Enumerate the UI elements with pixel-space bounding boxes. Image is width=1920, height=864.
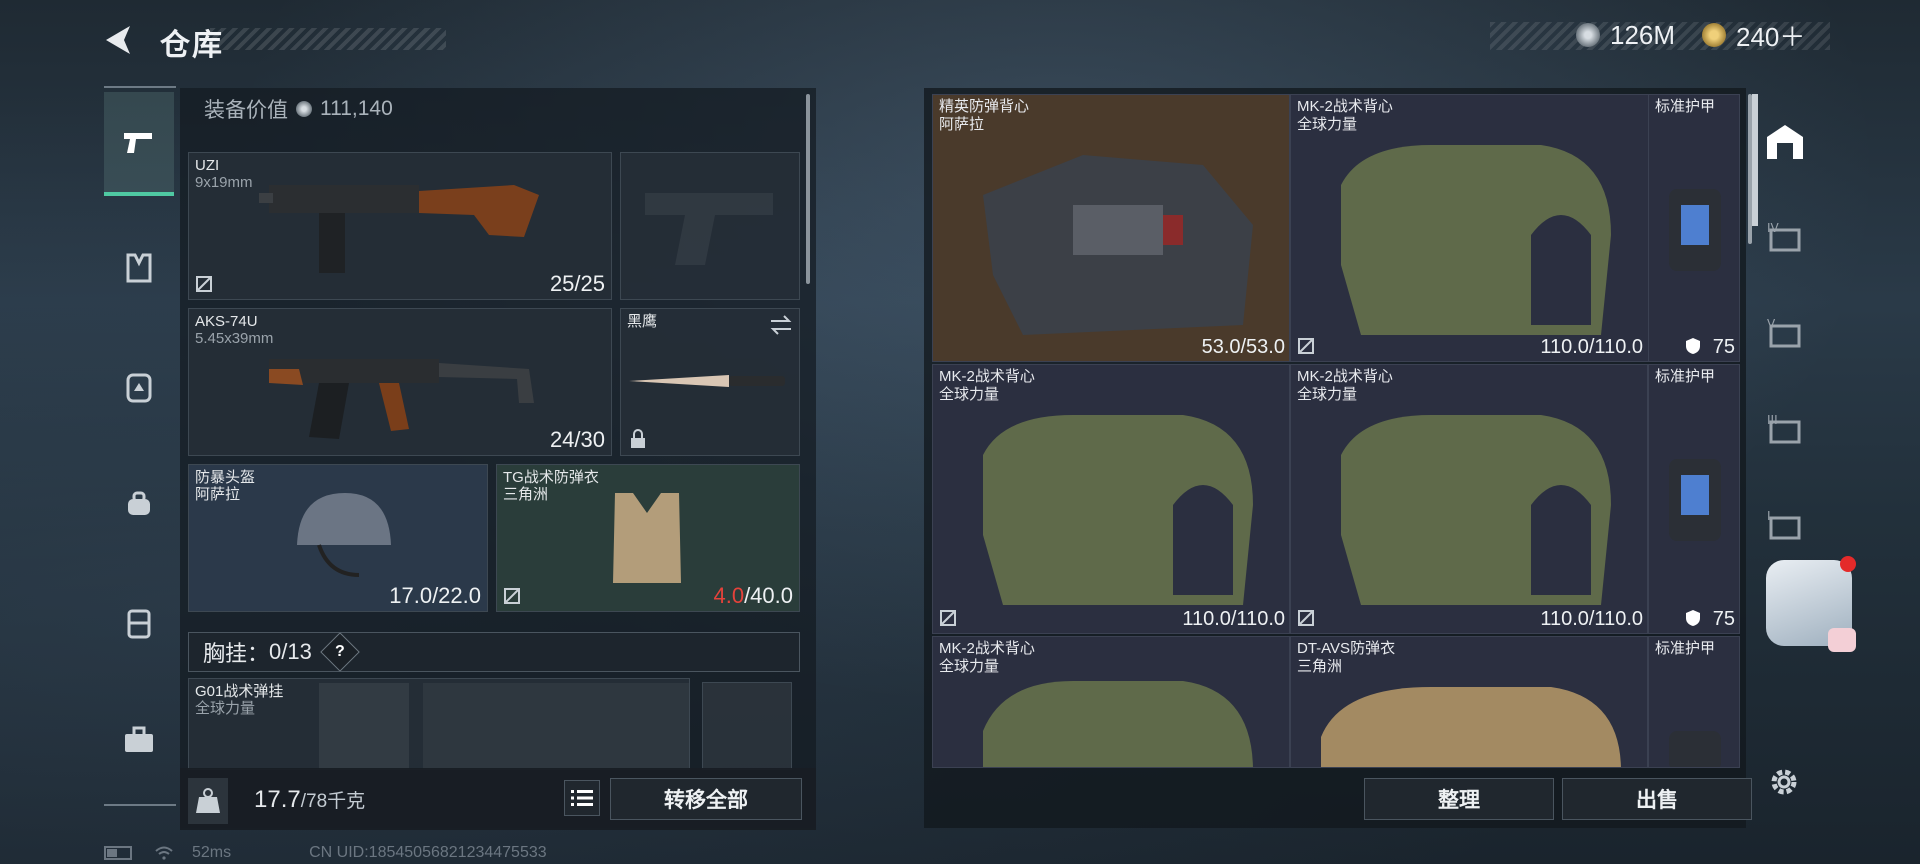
backpack-icon [126, 373, 152, 403]
knife-image [629, 375, 785, 387]
side-armor-item[interactable]: 标准护甲 [1648, 636, 1740, 768]
vest-image [983, 155, 1253, 335]
transfer-all-button[interactable]: 转移全部 [610, 778, 802, 820]
tab-storage-iv[interactable]: IV [1760, 210, 1810, 264]
sort-button[interactable]: 整理 [1364, 778, 1554, 820]
side-armor-item[interactable]: 标准护甲 75 [1648, 94, 1740, 362]
scrollbar[interactable] [806, 94, 810, 284]
coin-icon [296, 101, 312, 117]
no-insurance-icon [940, 610, 956, 626]
slot-secondary-weapon[interactable]: AKS-74U 5.45x39mm 24/30 [188, 308, 612, 456]
slot-helmet[interactable]: 防暴头盔 阿萨拉 17.0/22.0 [188, 464, 488, 612]
side-armor-item[interactable]: 标准护甲 75 [1648, 364, 1740, 634]
toolbox-icon [125, 726, 153, 752]
rig-grid-cell[interactable] [423, 683, 689, 769]
shield-icon [1686, 338, 1700, 354]
pistol-icon [124, 133, 152, 153]
storage-tab-icon: V [1767, 317, 1801, 348]
vest-image [983, 415, 1253, 605]
list-icon [571, 790, 593, 806]
settings-gear-icon[interactable] [1766, 764, 1802, 800]
nav-divider [104, 804, 176, 806]
swap-icon[interactable] [769, 315, 793, 335]
storage-tab-icon: III [1767, 413, 1801, 444]
nav-weapons[interactable] [104, 92, 174, 196]
sell-button[interactable]: 出售 [1562, 778, 1752, 820]
nav-container[interactable] [104, 592, 174, 652]
storage-item[interactable]: MK-2战术背心 全球力量 110.0/110.0 [1290, 364, 1648, 634]
weight-icon [188, 778, 228, 824]
svg-text:V: V [1767, 317, 1776, 331]
armor-plate-image [1669, 189, 1721, 271]
vest-image [1321, 687, 1621, 767]
rig-grid-cell[interactable] [702, 682, 792, 770]
no-insurance-icon [196, 276, 212, 292]
currency-secondary[interactable]: 240＋ [1702, 18, 1805, 52]
wifi-icon [155, 846, 173, 860]
aks74u-image [269, 359, 534, 439]
no-insurance-icon [1298, 610, 1314, 626]
storage-tab-icon: IV [1767, 221, 1801, 252]
tab-storage[interactable] [1760, 114, 1810, 168]
storage-item[interactable]: 精英防弹背心 阿萨拉 53.0/53.0 [932, 94, 1290, 362]
svg-text:III: III [1767, 413, 1778, 427]
case-icon [127, 609, 151, 639]
storage-item[interactable]: DT-AVS防弹衣 三角洲 [1290, 636, 1648, 768]
svg-text:IV: IV [1767, 221, 1780, 235]
uzi-image [259, 185, 539, 273]
chest-rig-header[interactable]: 胸挂： 0/13 ? [188, 632, 800, 672]
help-icon[interactable]: ? [320, 632, 360, 672]
nav-backpack[interactable] [104, 356, 174, 416]
storage-item[interactable]: MK-2战术背心 全球力量 [932, 636, 1290, 768]
slot-melee[interactable]: 黑鹰 [620, 308, 800, 456]
chat-icon[interactable] [1828, 628, 1856, 652]
vest-image [1341, 415, 1611, 605]
storage-item[interactable]: MK-2战术背心 全球力量 110.0/110.0 [932, 364, 1290, 634]
tab-indicator [1752, 94, 1758, 226]
vest-icon [126, 253, 152, 283]
pistol-silhouette-icon [645, 193, 773, 265]
equipment-value: 装备价值 111,140 [204, 97, 393, 122]
lock-icon [631, 429, 645, 448]
rig-grid-cell[interactable] [319, 683, 409, 769]
no-insurance-icon [504, 588, 520, 604]
slot-pistol[interactable] [620, 152, 800, 300]
armor-plate-image [1669, 731, 1721, 767]
slot-primary-weapon[interactable]: UZI 9x19mm 25/25 [188, 152, 612, 300]
title-decoration [210, 28, 446, 50]
vest-image [983, 681, 1253, 767]
tab-storage-iii[interactable]: III [1760, 402, 1810, 456]
status-bar: 52ms CN UID:18545056821234475533 [104, 844, 547, 862]
storage-tab-icon: I [1767, 509, 1801, 540]
armor-plate-image [1669, 459, 1721, 541]
warehouse-icon [1767, 125, 1803, 159]
notification-dot [1840, 556, 1856, 572]
weight-readout: 17.7/78千克 [254, 786, 366, 813]
no-insurance-icon [1298, 338, 1314, 354]
nav-toolbox[interactable] [104, 710, 174, 770]
slot-chest-rig[interactable]: G01战术弹挂 全球力量 [188, 678, 690, 770]
battery-icon [104, 846, 132, 860]
armor-image [613, 493, 681, 583]
tab-storage-i[interactable]: I [1760, 498, 1810, 552]
nav-pouch[interactable] [104, 474, 174, 534]
nav-armor[interactable] [104, 238, 174, 298]
vest-image [1341, 145, 1611, 335]
avatar[interactable] [1766, 556, 1856, 652]
svg-text:I: I [1767, 509, 1771, 523]
coin-icon [1576, 23, 1600, 47]
ticket-icon [1702, 23, 1726, 47]
back-arrow-icon[interactable] [100, 22, 136, 58]
shield-icon [1686, 610, 1700, 626]
pouch-icon [128, 491, 150, 515]
list-view-button[interactable] [564, 780, 600, 816]
helmet-image [297, 493, 391, 577]
currency-primary[interactable]: 126M [1576, 18, 1675, 52]
slot-body-armor[interactable]: TG战术防弹衣 三角洲 4.0/40.0 [496, 464, 800, 612]
nav-divider [104, 86, 176, 88]
tab-storage-v[interactable]: V [1760, 306, 1810, 360]
